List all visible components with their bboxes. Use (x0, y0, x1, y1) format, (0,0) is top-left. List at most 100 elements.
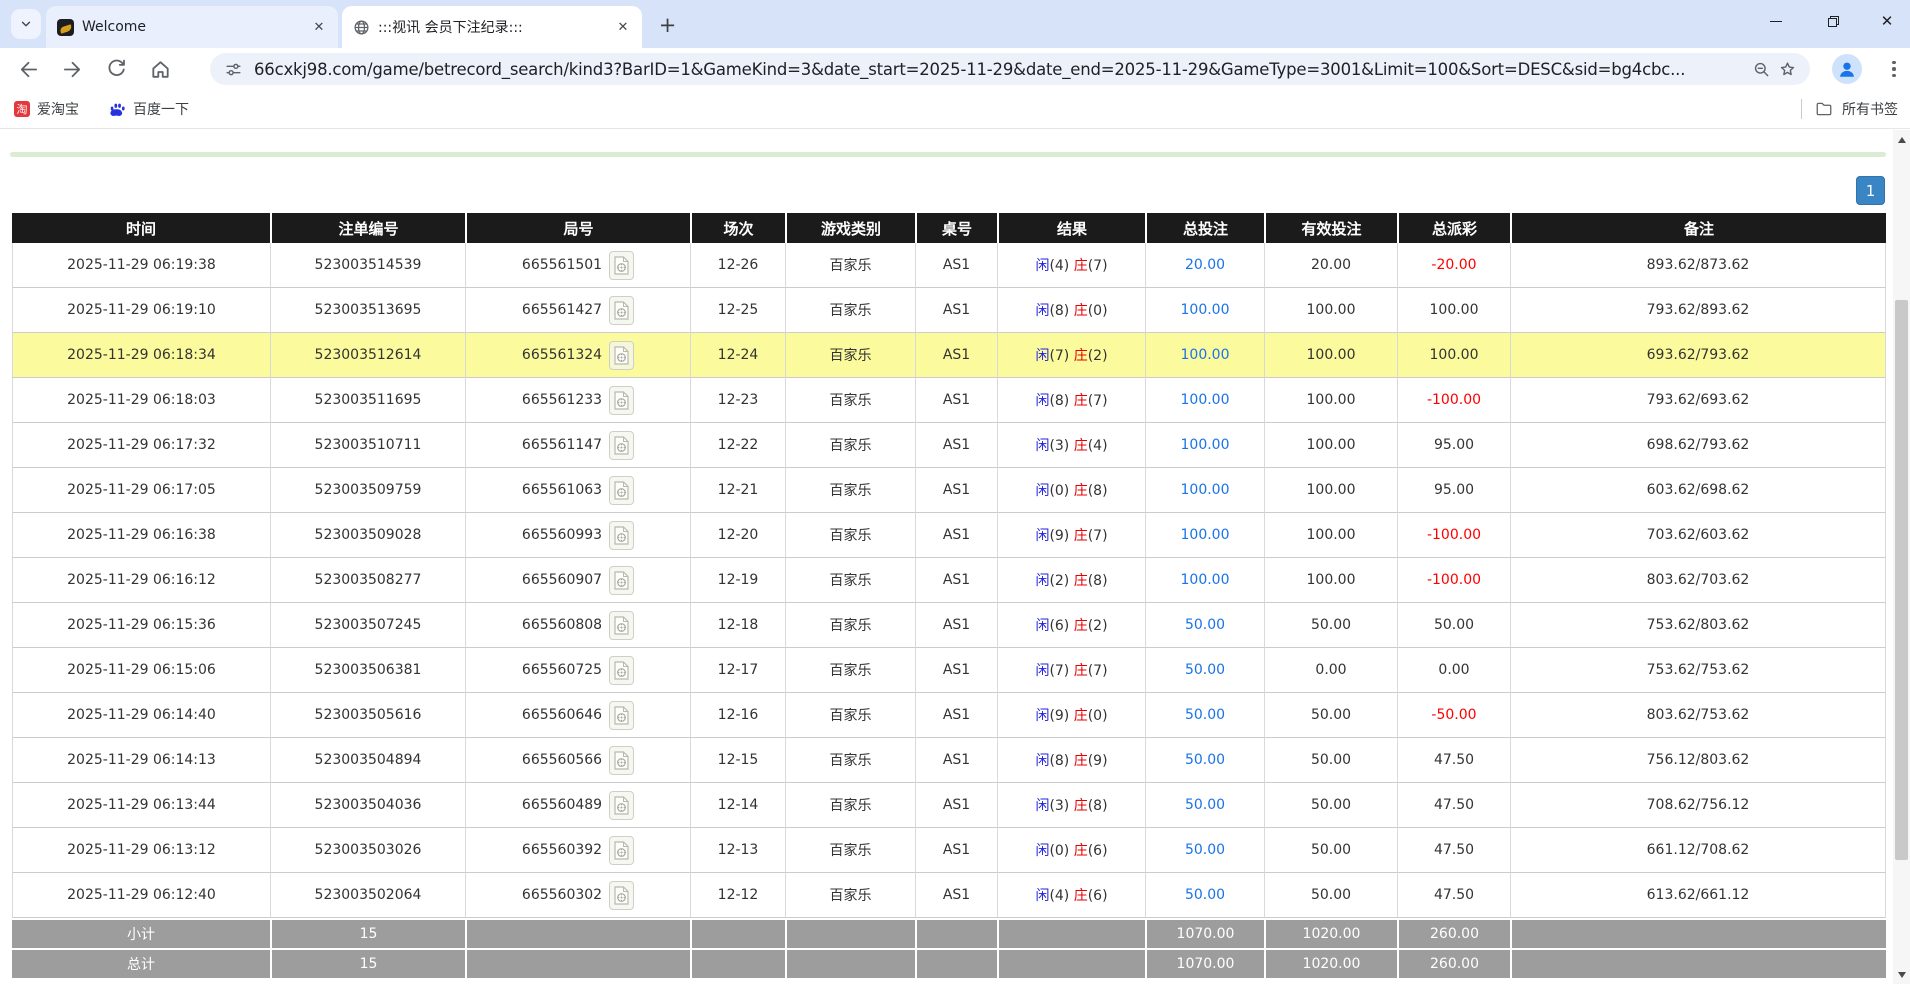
url-text[interactable]: 66cxkj98.com/game/betrecord_search/kind3… (254, 60, 1748, 79)
window-minimize-button[interactable] (1753, 4, 1799, 38)
table-row[interactable]: 2025-11-29 06:17:05523003509759665561063… (12, 468, 1886, 513)
scroll-down-icon[interactable] (1893, 966, 1910, 983)
totals-total-bet: 1070.00 (1145, 948, 1264, 978)
game-logo-icon (56, 18, 74, 36)
total-bet-cell[interactable]: 50.00 (1145, 693, 1264, 738)
time-cell: 2025-11-29 06:14:13 (12, 738, 270, 783)
time-cell: 2025-11-29 06:19:10 (12, 288, 270, 333)
video-replay-button[interactable] (609, 386, 634, 415)
video-replay-button[interactable] (609, 701, 634, 730)
vertical-scrollbar[interactable] (1893, 130, 1910, 984)
table-row[interactable]: 2025-11-29 06:13:12523003503026665560392… (12, 828, 1886, 873)
bookmark-baidu[interactable]: 百度一下 (109, 99, 189, 119)
tune-icon[interactable] (220, 56, 246, 82)
table-row[interactable]: 2025-11-29 06:17:32523003510711665561147… (12, 423, 1886, 468)
table-row[interactable]: 2025-11-29 06:18:03523003511695665561233… (12, 378, 1886, 423)
player-result: 闲 (1035, 348, 1049, 364)
remark-cell: 698.62/793.62 (1510, 423, 1886, 468)
table-row[interactable]: 2025-11-29 06:14:40523003505616665560646… (12, 693, 1886, 738)
time-cell: 2025-11-29 06:15:36 (12, 603, 270, 648)
table-row[interactable]: 2025-11-29 06:14:13523003504894665560566… (12, 738, 1886, 783)
video-replay-button[interactable] (609, 881, 634, 910)
table-row[interactable]: 2025-11-29 06:12:40523003502064665560302… (12, 873, 1886, 918)
table-row[interactable]: 2025-11-29 06:19:38523003514539665561501… (12, 243, 1886, 288)
totals-count: 15 (270, 918, 465, 948)
video-replay-button[interactable] (609, 836, 634, 865)
time-cell: 2025-11-29 06:16:38 (12, 513, 270, 558)
scrollbar-thumb[interactable] (1895, 300, 1908, 860)
video-replay-button[interactable] (609, 296, 634, 325)
bet-id-cell: 523003513695 (270, 288, 465, 333)
tab-welcome[interactable]: Welcome ✕ (46, 6, 338, 48)
window-restore-button[interactable] (1810, 4, 1856, 38)
video-replay-button[interactable] (609, 251, 634, 280)
total-bet-cell[interactable]: 50.00 (1145, 648, 1264, 693)
banker-result: 庄 (1074, 708, 1088, 724)
session-cell: 12-21 (690, 468, 785, 513)
total-bet-cell[interactable]: 100.00 (1145, 558, 1264, 603)
close-icon[interactable]: ✕ (310, 18, 328, 36)
video-replay-button[interactable] (609, 521, 634, 550)
total-bet-cell[interactable]: 20.00 (1145, 243, 1264, 288)
round-cell: 665561501 (465, 243, 690, 288)
table-row[interactable]: 2025-11-29 06:19:10523003513695665561427… (12, 288, 1886, 333)
close-icon[interactable]: ✕ (614, 18, 632, 36)
address-bar[interactable]: 66cxkj98.com/game/betrecord_search/kind3… (210, 53, 1810, 85)
video-replay-button[interactable] (609, 791, 634, 820)
result-cell: 闲(3) 庄(4) (997, 423, 1145, 468)
pagination-page-1-button[interactable]: 1 (1856, 176, 1885, 205)
remark-cell: 693.62/793.62 (1510, 333, 1886, 378)
video-replay-button[interactable] (609, 746, 634, 775)
total-bet-cell[interactable]: 50.00 (1145, 828, 1264, 873)
table-row[interactable]: 2025-11-29 06:18:34523003512614665561324… (12, 333, 1886, 378)
table-row[interactable]: 2025-11-29 06:16:12523003508277665560907… (12, 558, 1886, 603)
tab-search-button[interactable] (11, 9, 41, 39)
bookmark-aitaobao[interactable]: 淘 爱淘宝 (14, 99, 79, 119)
total-bet-cell[interactable]: 100.00 (1145, 423, 1264, 468)
totals-empty-cell (785, 918, 915, 948)
video-replay-button[interactable] (609, 341, 634, 370)
chevron-down-icon (19, 17, 33, 31)
video-replay-icon (614, 571, 629, 590)
table-row[interactable]: 2025-11-29 06:16:38523003509028665560993… (12, 513, 1886, 558)
tab-betrecord[interactable]: :::视讯 会员下注纪录::: ✕ (342, 6, 642, 48)
total-bet-cell[interactable]: 100.00 (1145, 468, 1264, 513)
total-bet-cell[interactable]: 100.00 (1145, 333, 1264, 378)
table-row[interactable]: 2025-11-29 06:15:36523003507245665560808… (12, 603, 1886, 648)
reload-button[interactable] (98, 52, 134, 86)
time-cell: 2025-11-29 06:16:12 (12, 558, 270, 603)
total-bet-cell[interactable]: 100.00 (1145, 288, 1264, 333)
player-result: 闲 (1035, 663, 1049, 679)
table-row[interactable]: 2025-11-29 06:13:44523003504036665560489… (12, 783, 1886, 828)
zoom-out-icon[interactable] (1748, 56, 1774, 82)
total-bet-cell[interactable]: 50.00 (1145, 738, 1264, 783)
video-replay-button[interactable] (609, 656, 634, 685)
taobao-icon: 淘 (14, 101, 30, 117)
forward-button[interactable] (54, 52, 90, 86)
round-cell: 665561147 (465, 423, 690, 468)
total-bet-cell[interactable]: 50.00 (1145, 873, 1264, 918)
window-close-button[interactable]: ✕ (1864, 4, 1910, 38)
all-bookmarks-button[interactable]: 所有书签 (1842, 99, 1898, 119)
table-row[interactable]: 2025-11-29 06:15:06523003506381665560725… (12, 648, 1886, 693)
banker-result: 庄 (1074, 303, 1088, 319)
total-bet-cell[interactable]: 100.00 (1145, 378, 1264, 423)
home-button[interactable] (142, 52, 178, 86)
total-bet-cell[interactable]: 100.00 (1145, 513, 1264, 558)
video-replay-icon (614, 481, 629, 500)
menu-dots-icon[interactable] (1882, 56, 1906, 82)
video-replay-button[interactable] (609, 476, 634, 505)
video-replay-button[interactable] (609, 431, 634, 460)
star-icon[interactable] (1774, 56, 1800, 82)
back-button[interactable] (10, 52, 46, 86)
payout-cell: 47.50 (1397, 828, 1510, 873)
video-replay-button[interactable] (609, 566, 634, 595)
total-bet-cell[interactable]: 50.00 (1145, 603, 1264, 648)
payout-cell: 95.00 (1397, 423, 1510, 468)
total-bet-cell[interactable]: 50.00 (1145, 783, 1264, 828)
new-tab-button[interactable]: + (654, 11, 681, 38)
video-replay-button[interactable] (609, 611, 634, 640)
session-cell: 12-14 (690, 783, 785, 828)
scroll-up-icon[interactable] (1893, 131, 1910, 148)
profile-avatar-icon[interactable] (1832, 54, 1862, 84)
